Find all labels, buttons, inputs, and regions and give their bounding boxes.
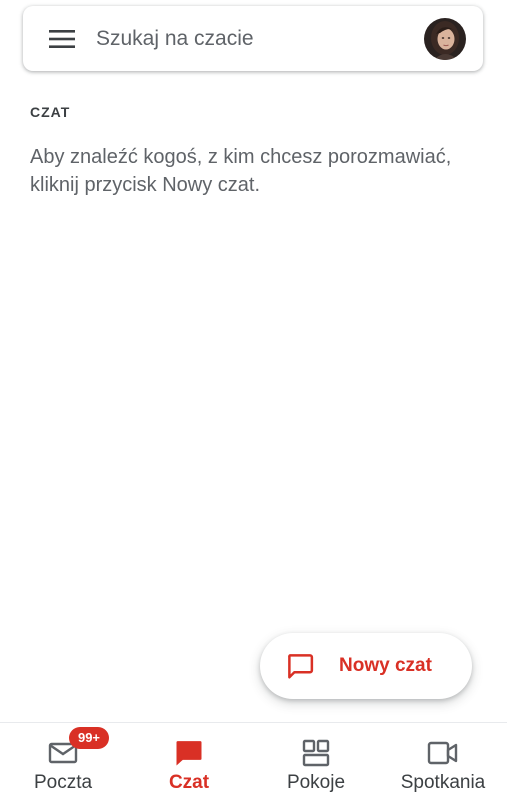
- empty-state-message: Aby znaleźć kogoś, z kim chcesz porozmaw…: [30, 146, 452, 196]
- search-input[interactable]: Szukaj na czacie: [96, 27, 424, 51]
- nav-item-rooms[interactable]: Pokoje: [253, 723, 379, 801]
- nav-item-chat[interactable]: Czat: [126, 723, 252, 801]
- chat-icon: [173, 737, 205, 769]
- nav-label-rooms: Pokoje: [286, 772, 346, 793]
- unread-badge: 99+: [69, 727, 109, 749]
- new-chat-button[interactable]: Nowy czat: [260, 633, 472, 699]
- bottom-navigation: 99+ Poczta Czat Pokoje Spotkania: [0, 722, 507, 800]
- nav-item-mail[interactable]: 99+ Poczta: [0, 723, 126, 801]
- meet-icon: [427, 737, 459, 769]
- menu-icon[interactable]: [44, 21, 80, 57]
- user-avatar[interactable]: [424, 17, 466, 60]
- rooms-icon: [300, 737, 332, 769]
- new-chat-label: Nowy czat: [339, 655, 432, 676]
- search-bar[interactable]: Szukaj na czacie: [23, 6, 483, 71]
- new-chat-icon: [284, 650, 316, 682]
- nav-item-meet[interactable]: Spotkania: [380, 723, 506, 801]
- nav-label-mail: Poczta: [33, 772, 93, 793]
- nav-label-meet: Spotkania: [400, 772, 486, 793]
- section-heading: CZAT: [30, 104, 71, 120]
- nav-label-chat: Czat: [168, 772, 210, 793]
